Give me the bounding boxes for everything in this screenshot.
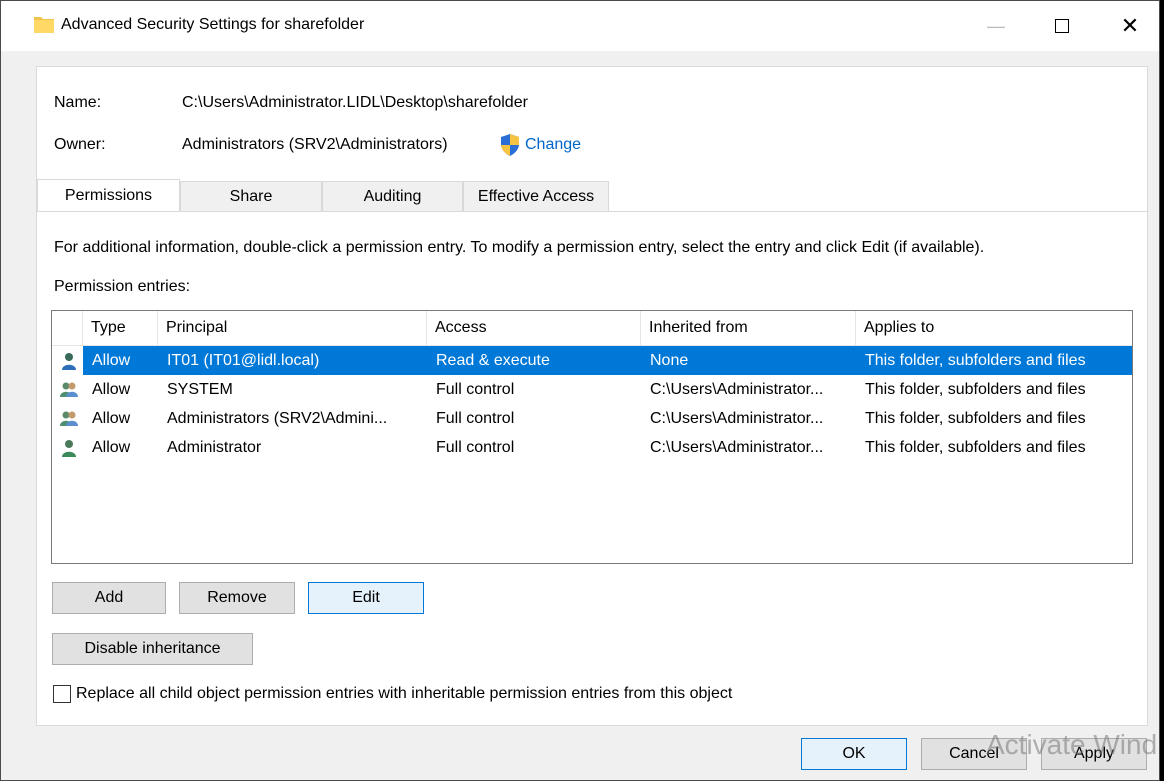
cell-access: Full control	[436, 410, 515, 427]
column-header-access[interactable]: Access	[427, 311, 641, 345]
cell-inherited-from: C:\Users\Administrator...	[650, 410, 824, 427]
permission-entries-list[interactable]: Type Principal Access Inherited from App…	[51, 310, 1133, 564]
cell-applies-to: This folder, subfolders and files	[865, 352, 1086, 369]
add-button[interactable]: Add	[52, 582, 166, 614]
change-owner-link[interactable]: Change	[525, 136, 581, 154]
group-icon	[60, 411, 78, 426]
tab-strip: Permissions Share Auditing Effective Acc…	[37, 179, 1147, 212]
table-row[interactable]: Allow IT01 (IT01@lidl.local) Read & exec…	[52, 346, 1132, 375]
cell-principal: IT01 (IT01@lidl.local)	[167, 352, 320, 369]
column-header-principal[interactable]: Principal	[158, 311, 427, 345]
list-header: Type Principal Access Inherited from App…	[52, 311, 1132, 346]
uac-shield-icon	[501, 134, 519, 156]
column-header-type[interactable]: Type	[83, 311, 158, 345]
replace-child-permissions-checkbox[interactable]	[53, 685, 71, 703]
table-row[interactable]: Allow Administrator Full control C:\User…	[52, 433, 1132, 462]
cell-applies-to: This folder, subfolders and files	[865, 439, 1086, 456]
cell-type: Allow	[92, 381, 131, 398]
tab-auditing[interactable]: Auditing	[322, 181, 463, 211]
icon-column-header	[52, 311, 83, 345]
cell-access: Read & execute	[436, 352, 550, 369]
cell-inherited-from: None	[650, 352, 689, 369]
main-panel: Name: C:\Users\Administrator.LIDL\Deskto…	[36, 66, 1148, 726]
replace-child-permissions-label: Replace all child object permission entr…	[76, 685, 733, 702]
maximize-icon	[1055, 19, 1069, 33]
window-title: Advanced Security Settings for sharefold…	[61, 16, 365, 33]
instructions-text: For additional information, double-click…	[54, 239, 985, 256]
tab-share[interactable]: Share	[180, 181, 322, 211]
cell-principal: SYSTEM	[167, 381, 233, 398]
ok-button[interactable]: OK	[801, 738, 907, 770]
cell-type: Allow	[92, 410, 131, 427]
table-row[interactable]: Allow Administrators (SRV2\Admini... Ful…	[52, 404, 1132, 433]
cell-applies-to: This folder, subfolders and files	[865, 410, 1086, 427]
user-icon	[62, 353, 76, 370]
folder-icon	[34, 17, 54, 33]
owner-value: Administrators (SRV2\Administrators)	[182, 136, 448, 153]
cell-type: Allow	[92, 352, 131, 369]
edit-button[interactable]: Edit	[308, 582, 424, 614]
owner-label: Owner:	[54, 136, 106, 153]
maximize-button[interactable]	[1033, 1, 1091, 51]
row-selection: Allow IT01 (IT01@lidl.local) Read & exec…	[83, 346, 1132, 375]
column-header-inherited-from[interactable]: Inherited from	[641, 311, 856, 345]
cell-inherited-from: C:\Users\Administrator...	[650, 439, 824, 456]
cell-principal: Administrator	[167, 439, 262, 456]
name-value: C:\Users\Administrator.LIDL\Desktop\shar…	[182, 94, 528, 111]
advanced-security-dialog: Advanced Security Settings for sharefold…	[0, 0, 1160, 781]
title-bar: Advanced Security Settings for sharefold…	[1, 1, 1159, 51]
cell-inherited-from: C:\Users\Administrator...	[650, 381, 824, 398]
user-icon	[62, 440, 76, 457]
remove-button[interactable]: Remove	[179, 582, 295, 614]
cell-principal: Administrators (SRV2\Admini...	[167, 410, 388, 427]
permission-entries-label: Permission entries:	[54, 278, 191, 295]
minimize-button[interactable]: —	[967, 1, 1025, 51]
cell-access: Full control	[436, 381, 515, 398]
tab-effective-access[interactable]: Effective Access	[463, 181, 609, 211]
cancel-button[interactable]: Cancel	[921, 738, 1027, 770]
cell-applies-to: This folder, subfolders and files	[865, 381, 1086, 398]
group-icon	[60, 382, 78, 397]
name-label: Name:	[54, 94, 102, 111]
close-button[interactable]: ✕	[1101, 1, 1159, 51]
apply-button[interactable]: Apply	[1041, 738, 1147, 770]
column-header-applies-to[interactable]: Applies to	[856, 311, 1132, 345]
cell-type: Allow	[92, 439, 131, 456]
cell-access: Full control	[436, 439, 515, 456]
disable-inheritance-button[interactable]: Disable inheritance	[52, 633, 253, 665]
tab-divider	[37, 211, 1147, 212]
table-row[interactable]: Allow SYSTEM Full control C:\Users\Admin…	[52, 375, 1132, 404]
tab-permissions[interactable]: Permissions	[37, 179, 180, 212]
